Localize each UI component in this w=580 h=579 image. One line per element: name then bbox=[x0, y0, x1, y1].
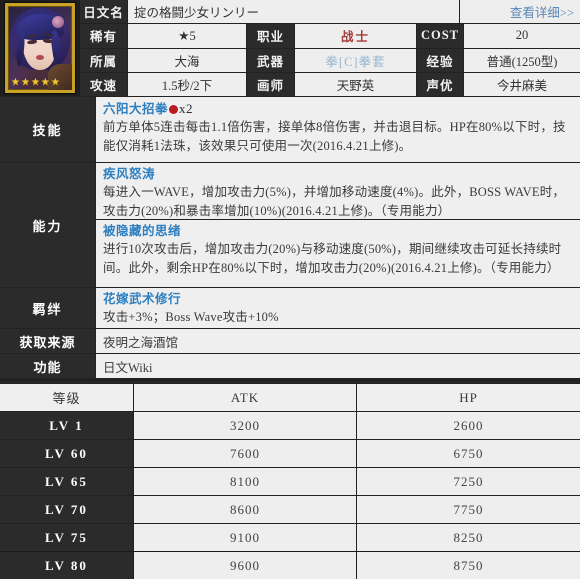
star-icon: ★ bbox=[50, 77, 60, 88]
ability-entry: 被隐藏的思绪 进行10次攻击后，增加攻击力(20%)与移动速度(50%)，期间继… bbox=[96, 220, 580, 287]
source-label: 获取来源 bbox=[0, 329, 95, 353]
stats-hp: 6750 bbox=[357, 440, 580, 467]
skill-entry: 六阳大招拳 x2 前方单体5连击每击1.1倍伤害，接单体8倍伤害，并击退目标。HP… bbox=[96, 97, 580, 162]
weapon-label: 武器 bbox=[247, 48, 294, 72]
function-row: 功能 日文Wiki bbox=[0, 354, 580, 378]
ability-title: 被隐藏的思绪 bbox=[103, 224, 182, 238]
view-detail-link[interactable]: 查看详细>> bbox=[460, 0, 580, 24]
rarity-stars: ★ ★ ★ ★ ★ bbox=[8, 77, 72, 88]
stats-level: LV 70 bbox=[0, 496, 133, 523]
info-grid: 日文名 掟の格闘少女リンリー 查看详细>> 稀有 ★5 职业 战士 COST 2… bbox=[80, 0, 580, 96]
portrait-lips bbox=[36, 55, 44, 60]
table-row: LV 75 9100 8250 bbox=[0, 524, 580, 551]
function-label: 功能 bbox=[0, 354, 95, 378]
bond-title: 花嫁武术修行 bbox=[103, 292, 182, 306]
stats-level: LV 75 bbox=[0, 524, 133, 551]
stats-header-atk: ATK bbox=[134, 384, 356, 411]
affiliation-label: 所属 bbox=[80, 48, 127, 72]
stats-atk: 8600 bbox=[134, 496, 356, 523]
japanese-name-row: 日文名 掟の格闘少女リンリー 查看详细>> bbox=[80, 0, 580, 24]
source-value: 夜明之海酒馆 bbox=[96, 329, 580, 353]
stats-header-level: 等级 bbox=[0, 384, 133, 411]
ability-entry: 疾风怒涛 每进入一WAVE，增加攻击力(5%)，并增加移动速度(4%)。此外，B… bbox=[96, 163, 580, 219]
stats-header-row: 等级 ATK HP bbox=[0, 384, 580, 411]
ability-section: 能力 疾风怒涛 每进入一WAVE，增加攻击力(5%)，并增加移动速度(4%)。此… bbox=[0, 163, 580, 287]
star-icon: ★ bbox=[30, 77, 40, 88]
card-header: ★ ★ ★ ★ ★ 日文名 掟の格闘少女リンリー 查看详细>> 稀有 ★5 职业… bbox=[0, 0, 580, 96]
experience-value: 普通(1250型) bbox=[464, 48, 580, 72]
japanese-name-label: 日文名 bbox=[80, 0, 127, 24]
weapon-value: 拳[C]拳套 bbox=[295, 48, 416, 72]
japanese-name-value: 掟の格闘少女リンリー bbox=[128, 0, 459, 24]
table-row: LV 80 9600 8750 bbox=[0, 552, 580, 579]
bond-section-label: 羁绊 bbox=[0, 288, 95, 328]
source-row: 获取来源 夜明之海酒馆 bbox=[0, 329, 580, 353]
star-icon: ★ bbox=[20, 77, 30, 88]
star-icon: ★ bbox=[11, 77, 20, 88]
bond-entries: 花嫁武术修行 攻击+3%；Boss Wave攻击+10% bbox=[96, 288, 580, 328]
orb-cost-icon bbox=[169, 105, 179, 114]
ability-description: 每进入一WAVE，增加攻击力(5%)，并增加移动速度(4%)。此外，BOSS W… bbox=[103, 185, 566, 218]
function-value-container: 日文Wiki bbox=[96, 354, 580, 378]
class-label: 职业 bbox=[247, 24, 294, 48]
stats-header-hp: HP bbox=[357, 384, 580, 411]
info-row-attack-speed: 攻速 1.5秒/2下 画师 天野英 声优 今井麻美 bbox=[80, 72, 580, 96]
illustrator-label: 画师 bbox=[247, 72, 294, 96]
skill-description: 前方单体5连击每击1.1倍伤害，接单体8倍伤害，并击退目标。HP在80%以下时，… bbox=[103, 120, 566, 153]
portrait-container: ★ ★ ★ ★ ★ bbox=[0, 0, 80, 96]
skill-title-text: 六阳大招拳 bbox=[103, 102, 169, 116]
bond-entry: 花嫁武术修行 攻击+3%；Boss Wave攻击+10% bbox=[96, 288, 580, 328]
bond-section: 羁绊 花嫁武术修行 攻击+3%；Boss Wave攻击+10% bbox=[0, 288, 580, 328]
attack-speed-label: 攻速 bbox=[80, 72, 127, 96]
table-row: LV 60 7600 6750 bbox=[0, 440, 580, 467]
stats-level: LV 65 bbox=[0, 468, 133, 495]
bond-description: 攻击+3%；Boss Wave攻击+10% bbox=[103, 310, 279, 324]
stats-hp: 2600 bbox=[357, 412, 580, 439]
cost-label: COST bbox=[417, 24, 463, 48]
ability-entries: 疾风怒涛 每进入一WAVE，增加攻击力(5%)，并增加移动速度(4%)。此外，B… bbox=[96, 163, 580, 287]
stats-atk: 3200 bbox=[134, 412, 356, 439]
stats-atk: 9100 bbox=[134, 524, 356, 551]
stats-level: LV 60 bbox=[0, 440, 133, 467]
ability-section-label: 能力 bbox=[0, 163, 95, 287]
attack-speed-value: 1.5秒/2下 bbox=[128, 72, 246, 96]
skill-orb-count: x2 bbox=[179, 101, 194, 116]
stats-table: 等级 ATK HP LV 1 3200 2600 LV 60 7600 6750… bbox=[0, 382, 580, 579]
stats-level: LV 80 bbox=[0, 552, 133, 579]
stats-atk: 7600 bbox=[134, 440, 356, 467]
skill-entries: 六阳大招拳 x2 前方单体5连击每击1.1倍伤害，接单体8倍伤害，并击退目标。HP… bbox=[96, 97, 580, 162]
table-row: LV 1 3200 2600 bbox=[0, 412, 580, 439]
illustrator-value: 天野英 bbox=[295, 72, 416, 96]
ability-title: 疾风怒涛 bbox=[103, 167, 156, 181]
affiliation-value: 大海 bbox=[128, 48, 246, 72]
skill-title: 六阳大招拳 x2 bbox=[103, 100, 573, 118]
skill-section: 技能 六阳大招拳 x2 前方单体5连击每击1.1倍伤害，接单体8倍伤害，并击退目标… bbox=[0, 97, 580, 162]
experience-label: 经验 bbox=[417, 48, 463, 72]
ability-description: 进行10次攻击后，增加攻击力(20%)与移动速度(50%)，期间继续攻击可延长持… bbox=[103, 242, 562, 275]
stats-hp: 7750 bbox=[357, 496, 580, 523]
stats-hp: 7250 bbox=[357, 468, 580, 495]
japanese-wiki-link[interactable]: 日文Wiki bbox=[103, 357, 153, 376]
portrait-hair-flower bbox=[52, 16, 64, 28]
cost-value: 20 bbox=[464, 24, 580, 48]
character-info-card: ★ ★ ★ ★ ★ 日文名 掟の格闘少女リンリー 查看详细>> 稀有 ★5 职业… bbox=[0, 0, 580, 579]
stats-atk: 8100 bbox=[134, 468, 356, 495]
voice-actor-value: 今井麻美 bbox=[464, 72, 580, 96]
table-row: LV 70 8600 7750 bbox=[0, 496, 580, 523]
character-portrait[interactable]: ★ ★ ★ ★ ★ bbox=[5, 3, 75, 93]
stats-hp: 8250 bbox=[357, 524, 580, 551]
table-row: LV 65 8100 7250 bbox=[0, 468, 580, 495]
info-row-rarity: 稀有 ★5 职业 战士 COST 20 bbox=[80, 24, 580, 48]
stats-atk: 9600 bbox=[134, 552, 356, 579]
skill-section-label: 技能 bbox=[0, 97, 95, 162]
info-row-affiliation: 所属 大海 武器 拳[C]拳套 经验 普通(1250型) bbox=[80, 48, 580, 72]
rarity-value: ★5 bbox=[128, 24, 246, 48]
class-value: 战士 bbox=[295, 24, 416, 48]
stats-hp: 8750 bbox=[357, 552, 580, 579]
rarity-label: 稀有 bbox=[80, 24, 127, 48]
stats-level: LV 1 bbox=[0, 412, 133, 439]
voice-actor-label: 声优 bbox=[417, 72, 463, 96]
star-icon: ★ bbox=[40, 77, 50, 88]
